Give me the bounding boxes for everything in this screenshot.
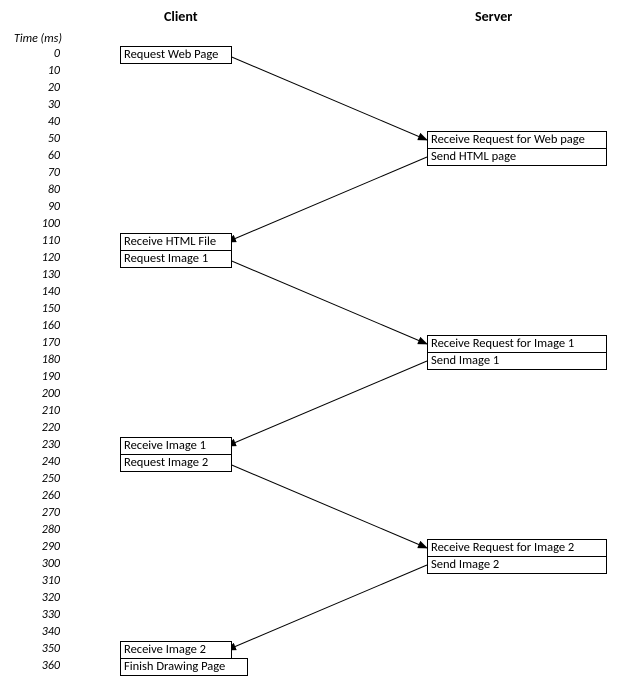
event-receive-html-file: Receive HTML File bbox=[120, 233, 232, 251]
time-tick: 140 bbox=[32, 285, 60, 299]
time-tick: 230 bbox=[32, 438, 60, 452]
time-tick: 160 bbox=[32, 319, 60, 333]
event-send-html-page: Send HTML page bbox=[427, 148, 607, 166]
event-receive-image-1: Receive Image 1 bbox=[120, 437, 232, 455]
time-tick: 250 bbox=[32, 472, 60, 486]
time-tick: 200 bbox=[32, 387, 60, 401]
time-tick: 90 bbox=[32, 200, 60, 214]
time-tick: 270 bbox=[32, 506, 60, 520]
time-tick: 120 bbox=[32, 251, 60, 265]
event-receive-request-image-1: Receive Request for Image 1 bbox=[427, 335, 607, 353]
time-tick: 100 bbox=[32, 217, 60, 231]
event-receive-request-web-page: Receive Request for Web page bbox=[427, 131, 607, 149]
time-tick: 170 bbox=[32, 336, 60, 350]
time-tick: 350 bbox=[32, 642, 60, 656]
event-send-image-1: Send Image 1 bbox=[427, 352, 607, 370]
time-tick: 150 bbox=[32, 302, 60, 316]
event-send-image-2: Send Image 2 bbox=[427, 556, 607, 574]
event-receive-request-image-2: Receive Request for Image 2 bbox=[427, 539, 607, 557]
time-tick: 220 bbox=[32, 421, 60, 435]
event-receive-image-2: Receive Image 2 bbox=[120, 641, 232, 659]
time-tick: 80 bbox=[32, 183, 60, 197]
time-tick: 300 bbox=[32, 557, 60, 571]
time-tick: 30 bbox=[32, 98, 60, 112]
time-tick: 310 bbox=[32, 574, 60, 588]
time-tick: 110 bbox=[32, 234, 60, 248]
time-tick: 360 bbox=[32, 659, 60, 673]
event-request-web-page: Request Web Page bbox=[120, 46, 232, 64]
time-tick: 180 bbox=[32, 353, 60, 367]
time-tick: 20 bbox=[32, 81, 60, 95]
time-axis-header: Time (ms) bbox=[14, 32, 62, 46]
event-request-image-2: Request Image 2 bbox=[120, 454, 232, 472]
time-tick: 320 bbox=[32, 591, 60, 605]
time-tick: 210 bbox=[32, 404, 60, 418]
time-tick: 50 bbox=[32, 132, 60, 146]
time-tick: 330 bbox=[32, 608, 60, 622]
time-tick: 190 bbox=[32, 370, 60, 384]
event-request-image-1: Request Image 1 bbox=[120, 250, 232, 268]
server-column-header: Server bbox=[475, 8, 512, 25]
time-tick: 240 bbox=[32, 455, 60, 469]
event-finish-drawing-page: Finish Drawing Page bbox=[120, 658, 248, 676]
sequence-diagram: Client Server Time (ms) 0 10 20 30 40 50… bbox=[0, 0, 627, 678]
time-tick: 340 bbox=[32, 625, 60, 639]
time-tick: 290 bbox=[32, 540, 60, 554]
time-tick: 130 bbox=[32, 268, 60, 282]
time-tick: 280 bbox=[32, 523, 60, 537]
time-tick: 60 bbox=[32, 149, 60, 163]
client-column-header: Client bbox=[164, 8, 198, 25]
time-tick: 260 bbox=[32, 489, 60, 503]
time-tick: 40 bbox=[32, 115, 60, 129]
time-tick: 0 bbox=[32, 47, 60, 61]
time-tick: 10 bbox=[32, 64, 60, 78]
time-tick: 70 bbox=[32, 166, 60, 180]
